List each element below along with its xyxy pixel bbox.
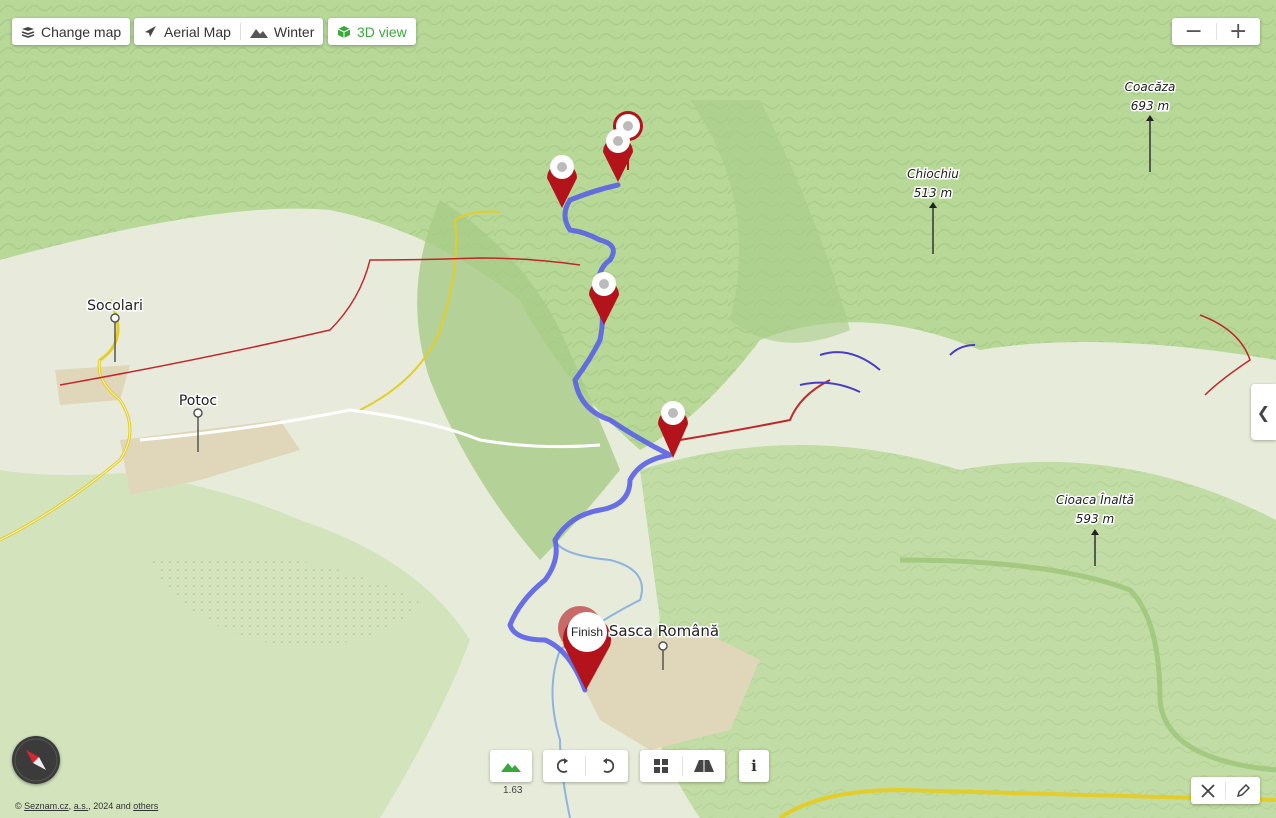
view-mode-control [640,750,725,782]
perspective-icon [694,760,714,772]
change-map-label: Change map [41,23,122,40]
peak-name-coacaza: Coacăza [1125,80,1176,94]
finish-label: Finish [571,625,603,639]
place-label-socolari: Socolari [87,298,143,314]
relief-icon [501,763,521,772]
map-type-switcher: Aerial Map Winter [134,18,324,45]
compass-icon[interactable] [12,736,60,784]
draw-button[interactable] [1226,777,1260,804]
change-map-inner[interactable]: Change map [12,18,130,45]
rotate-left-icon [557,758,568,773]
place-label-potoc: Potoc [179,393,217,409]
side-panel-toggle[interactable]: ❮ [1251,384,1276,440]
info-button[interactable]: i [739,750,769,782]
zoom-control: − + [1172,18,1260,45]
aerial-map-button[interactable]: Aerial Map [134,18,240,45]
zoom-in-button[interactable]: + [1217,18,1261,45]
as-link[interactable]: a.s. [74,801,89,811]
3d-view-label: 3D view [357,23,407,40]
rotate-right-icon [603,758,614,773]
zoom-out-button[interactable]: − [1172,18,1216,45]
3d-view-button[interactable]: 3D view [328,18,416,45]
measure-icon [1201,783,1215,798]
attribution-prefix: © [15,801,25,811]
rotation-control [543,750,628,782]
attribution-year: , 2024 and [88,801,134,811]
cube-icon [337,25,351,38]
mountain-icon [249,28,268,38]
relief-button[interactable] [490,750,532,782]
info-control: i [739,750,769,782]
airplane-icon [145,25,156,37]
peak-name-chiochiu: Chiochiu [907,167,959,181]
peak-name-cioaca-inalta: Cioaca Înaltă [1056,492,1134,507]
place-label-sasca-romana: Sasca Română [609,622,719,640]
winter-map-label: Winter [273,23,315,40]
relief-toggle[interactable] [490,750,532,782]
tilt-level: 1.63 [503,785,523,796]
peak-elevation-coacaza: 693 m [1131,99,1169,113]
aerial-map-label: Aerial Map [164,23,231,40]
peak-elevation-chiochiu: 513 m [914,186,952,200]
rotate-left-button[interactable] [543,750,585,782]
terrain-map[interactable]: Finish Socolari Potoc Sasca Română Coacă… [0,0,1276,818]
perspective-view-button[interactable] [683,750,725,782]
tools-control [1191,777,1260,804]
compass-needle [14,738,58,782]
seznam-link[interactable]: Seznam.cz [24,801,69,811]
map-attribution: © Seznam.cz, a.s., 2024 and others [15,801,158,811]
change-map-button[interactable]: Change map [12,18,131,45]
layers-icon [21,26,35,38]
top-view-button[interactable] [640,750,682,782]
rotate-right-button[interactable] [586,750,628,782]
measure-button[interactable] [1191,777,1225,804]
others-link[interactable]: others [133,801,158,811]
peak-elevation-cioaca-inalta: 593 m [1076,512,1114,526]
pencil-icon [1236,783,1250,797]
grid-icon [654,759,668,773]
3d-view-inner[interactable]: 3D view [328,18,416,45]
winter-map-button[interactable]: Winter [241,18,323,45]
